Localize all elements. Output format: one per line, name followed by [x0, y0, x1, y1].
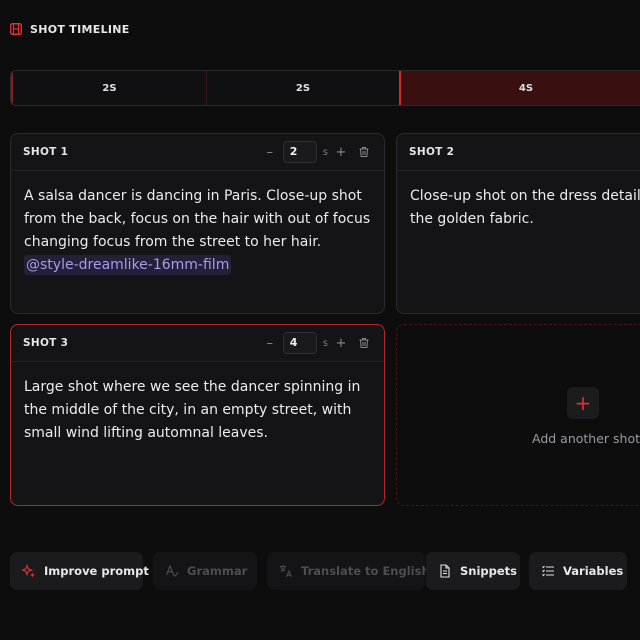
- trash-icon[interactable]: [358, 337, 370, 349]
- document-icon: [440, 564, 450, 578]
- snippets-label: Snippets: [460, 564, 518, 578]
- timeline-segment-2[interactable]: 2S: [206, 71, 399, 105]
- snippets-button[interactable]: Snippets: [426, 552, 520, 590]
- decrease-duration-button[interactable]: –: [263, 145, 277, 160]
- shot-card-2[interactable]: SHOT 2 Close-up shot on the dress detail…: [396, 133, 640, 314]
- grammar-button[interactable]: Grammar: [153, 552, 257, 590]
- timeline-segment-3[interactable]: 4S: [399, 71, 640, 105]
- duration-input[interactable]: 4: [282, 332, 317, 354]
- add-shot-card[interactable]: + Add another shot: [396, 324, 640, 506]
- timeline-segment-label: 2S: [295, 82, 311, 94]
- timeline-header: SHOT TIMELINE: [10, 20, 130, 38]
- list-icon: [542, 565, 554, 577]
- timeline-segment-1[interactable]: 2S: [11, 71, 206, 105]
- translate-label: Translate to English: [301, 564, 430, 578]
- shot-prompt-text[interactable]: Close-up shot on the dress details, s th…: [397, 171, 640, 245]
- translate-icon: [280, 565, 293, 578]
- translate-button[interactable]: Translate to English: [267, 552, 430, 590]
- decrease-duration-button[interactable]: –: [263, 336, 277, 351]
- duration-input[interactable]: 2: [282, 141, 317, 163]
- shot-card-header: SHOT 3 – 4 s +: [11, 325, 384, 362]
- shot-title: SHOT 1: [23, 146, 69, 158]
- improve-prompt-label: Improve prompt: [44, 564, 149, 578]
- shot-prompt-text[interactable]: Large shot where we see the dancer spinn…: [11, 362, 384, 459]
- shot-description: Large shot where we see the dancer spinn…: [24, 379, 361, 441]
- shot-card-1[interactable]: SHOT 1 – 2 s + A salsa dancer is dancing…: [10, 133, 385, 314]
- shot-title: SHOT 2: [409, 146, 455, 158]
- increase-duration-button[interactable]: +: [334, 145, 348, 160]
- shot-title: SHOT 3: [23, 337, 69, 349]
- plus-icon: +: [574, 391, 592, 415]
- shot-card-header: SHOT 2: [397, 134, 640, 171]
- improve-prompt-button[interactable]: Improve prompt: [10, 552, 149, 590]
- shot-card-header: SHOT 1 – 2 s +: [11, 134, 384, 171]
- variables-label: Variables: [563, 564, 624, 578]
- timeline-segment-label: 2S: [102, 82, 117, 94]
- film-icon: [10, 23, 22, 35]
- style-tag[interactable]: @style-dreamlike-16mm-film: [24, 255, 232, 275]
- shot-card-3[interactable]: SHOT 3 – 4 s + Large shot where we see t…: [10, 324, 385, 506]
- shot-description: A salsa dancer is dancing in Paris. Clos…: [24, 188, 371, 250]
- add-shot-label: Add another shot: [532, 431, 640, 446]
- shot-description-line-2: the golden fabric.: [410, 211, 534, 227]
- increase-duration-button[interactable]: +: [334, 336, 348, 351]
- shot-timeline-bar: 2S 2S 4S: [10, 70, 640, 106]
- duration-controls: – 2 s +: [263, 141, 370, 163]
- shot-prompt-text[interactable]: A salsa dancer is dancing in Paris. Clos…: [11, 171, 384, 291]
- duration-unit: s: [322, 337, 328, 349]
- add-shot-button[interactable]: +: [567, 387, 599, 419]
- timeline-segment-label: 4S: [518, 82, 534, 94]
- grammar-icon: [165, 564, 179, 577]
- sparkle-icon: [22, 564, 35, 578]
- variables-button[interactable]: Variables: [529, 552, 627, 590]
- trash-icon[interactable]: [358, 146, 370, 158]
- duration-unit: s: [322, 146, 328, 158]
- duration-controls: – 4 s +: [263, 332, 370, 354]
- grammar-label: Grammar: [187, 564, 248, 578]
- shot-description-line-1: Close-up shot on the dress details, s: [410, 188, 640, 204]
- page-title: SHOT TIMELINE: [30, 22, 130, 36]
